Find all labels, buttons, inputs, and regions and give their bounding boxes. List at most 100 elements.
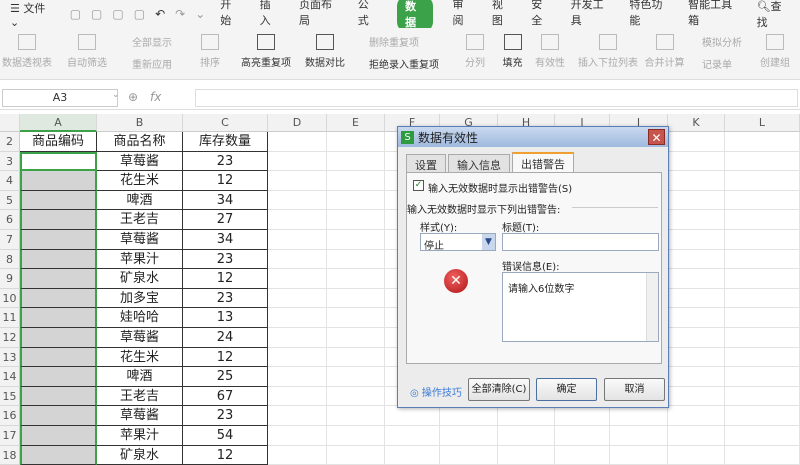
cell[interactable]: 花生米 — [97, 171, 183, 191]
cell[interactable] — [327, 328, 385, 348]
clear-all-button[interactable]: 全部清除(C) — [468, 378, 530, 401]
cell[interactable]: 54 — [183, 426, 268, 446]
ribbon-item-5[interactable]: 高亮重复项 — [236, 30, 296, 69]
fx-icon[interactable]: fx — [150, 90, 161, 104]
cell[interactable]: 27 — [183, 210, 268, 230]
select-all-corner[interactable] — [0, 114, 20, 132]
ok-button[interactable]: 确定 — [536, 378, 597, 401]
ribbon-item-7[interactable]: 删除重复项 — [355, 34, 425, 49]
cell[interactable] — [20, 249, 97, 270]
cell[interactable] — [668, 288, 725, 309]
row-header[interactable]: 4 — [0, 171, 20, 191]
cell[interactable] — [725, 347, 800, 368]
cell[interactable] — [327, 347, 385, 368]
ribbon-item-10[interactable]: 填充 — [495, 30, 530, 69]
cell[interactable] — [268, 230, 327, 250]
cell[interactable] — [20, 367, 97, 387]
cell[interactable] — [668, 269, 725, 289]
cell[interactable]: 苹果汁 — [97, 426, 183, 446]
cell[interactable] — [268, 190, 327, 211]
cell[interactable]: 加多宝 — [97, 288, 183, 309]
row-header[interactable]: 8 — [0, 249, 20, 270]
cell[interactable] — [555, 426, 610, 446]
tab-error-alert[interactable]: 出错警告 — [512, 152, 574, 172]
ribbon-item-4[interactable]: 排序 — [185, 30, 235, 69]
row-header[interactable]: 7 — [0, 230, 20, 250]
name-box[interactable]: A3 — [2, 89, 118, 107]
cell[interactable]: 34 — [183, 190, 268, 211]
column-header-K[interactable]: K — [668, 114, 725, 132]
ribbon-item-13[interactable]: 合并计算 — [642, 30, 687, 69]
cell[interactable] — [268, 406, 327, 426]
formula-input[interactable] — [195, 89, 798, 107]
cell[interactable]: 草莓酱 — [97, 406, 183, 426]
cell[interactable] — [725, 406, 800, 426]
cell[interactable] — [327, 190, 385, 211]
cell[interactable] — [20, 230, 97, 250]
row-header[interactable]: 3 — [0, 151, 20, 172]
cell[interactable] — [327, 269, 385, 289]
cell[interactable] — [498, 445, 555, 465]
cell[interactable] — [327, 386, 385, 407]
cell[interactable]: 草莓酱 — [97, 230, 183, 250]
cell[interactable] — [327, 210, 385, 230]
style-select[interactable]: 停止 ▼ — [420, 233, 496, 252]
cell[interactable]: 34 — [183, 230, 268, 250]
cell[interactable]: 商品名称 — [97, 132, 183, 152]
cancel-button[interactable]: 取消 — [604, 378, 665, 401]
more-icon[interactable]: ⌄ — [195, 7, 205, 21]
cell[interactable]: 23 — [183, 151, 268, 172]
cell[interactable]: 商品编码 — [20, 132, 97, 152]
cell[interactable] — [268, 308, 327, 328]
scrollbar[interactable] — [646, 273, 658, 341]
cell[interactable] — [268, 269, 327, 289]
cell[interactable] — [555, 445, 610, 465]
cell[interactable] — [268, 288, 327, 309]
cell[interactable]: 啤酒 — [97, 190, 183, 211]
ribbon-item-1[interactable]: 自动筛选 — [62, 30, 112, 69]
cell[interactable] — [725, 171, 800, 191]
row-header[interactable]: 2 — [0, 132, 20, 152]
cell[interactable] — [268, 445, 327, 465]
cell[interactable] — [20, 426, 97, 446]
cell[interactable] — [610, 426, 668, 446]
tips-link[interactable]: ◎ 操作技巧 — [410, 384, 462, 399]
cell[interactable] — [668, 367, 725, 387]
cell[interactable]: 王老吉 — [97, 210, 183, 230]
cell[interactable] — [668, 230, 725, 250]
cell[interactable] — [20, 406, 97, 426]
ribbon-item-16[interactable]: 创建组 — [755, 30, 795, 69]
search-button[interactable]: 🔍︎查找 — [757, 0, 790, 30]
ribbon-item-15[interactable]: 记录单 — [688, 56, 748, 71]
cell[interactable] — [327, 426, 385, 446]
cell[interactable] — [725, 269, 800, 289]
cell[interactable]: 库存数量 — [183, 132, 268, 152]
cell[interactable]: 草莓酱 — [97, 328, 183, 348]
cell[interactable] — [725, 210, 800, 230]
ribbon-item-2[interactable]: 全部显示 — [118, 34, 173, 49]
cell[interactable] — [20, 151, 97, 172]
cell[interactable] — [668, 445, 725, 465]
cell[interactable] — [610, 445, 668, 465]
cell[interactable]: 12 — [183, 269, 268, 289]
cell[interactable] — [668, 406, 725, 426]
cell[interactable] — [385, 445, 440, 465]
chevron-down-icon[interactable]: ▼ — [482, 234, 495, 250]
cell[interactable] — [668, 132, 725, 152]
cell[interactable] — [327, 230, 385, 250]
ribbon-item-0[interactable]: 数据透视表 — [2, 30, 52, 69]
cell[interactable] — [327, 445, 385, 465]
cell[interactable] — [20, 269, 97, 289]
cell[interactable] — [668, 171, 725, 191]
row-header[interactable]: 10 — [0, 288, 20, 309]
ribbon-item-9[interactable]: 分列 — [455, 30, 495, 69]
cell[interactable] — [725, 288, 800, 309]
save-icon[interactable]: ▢ — [70, 7, 81, 21]
cell[interactable] — [440, 445, 498, 465]
row-header[interactable]: 14 — [0, 367, 20, 387]
cell[interactable] — [668, 386, 725, 407]
cell[interactable] — [668, 426, 725, 446]
cell[interactable] — [327, 367, 385, 387]
cell[interactable]: 12 — [183, 347, 268, 368]
cell[interactable] — [327, 406, 385, 426]
